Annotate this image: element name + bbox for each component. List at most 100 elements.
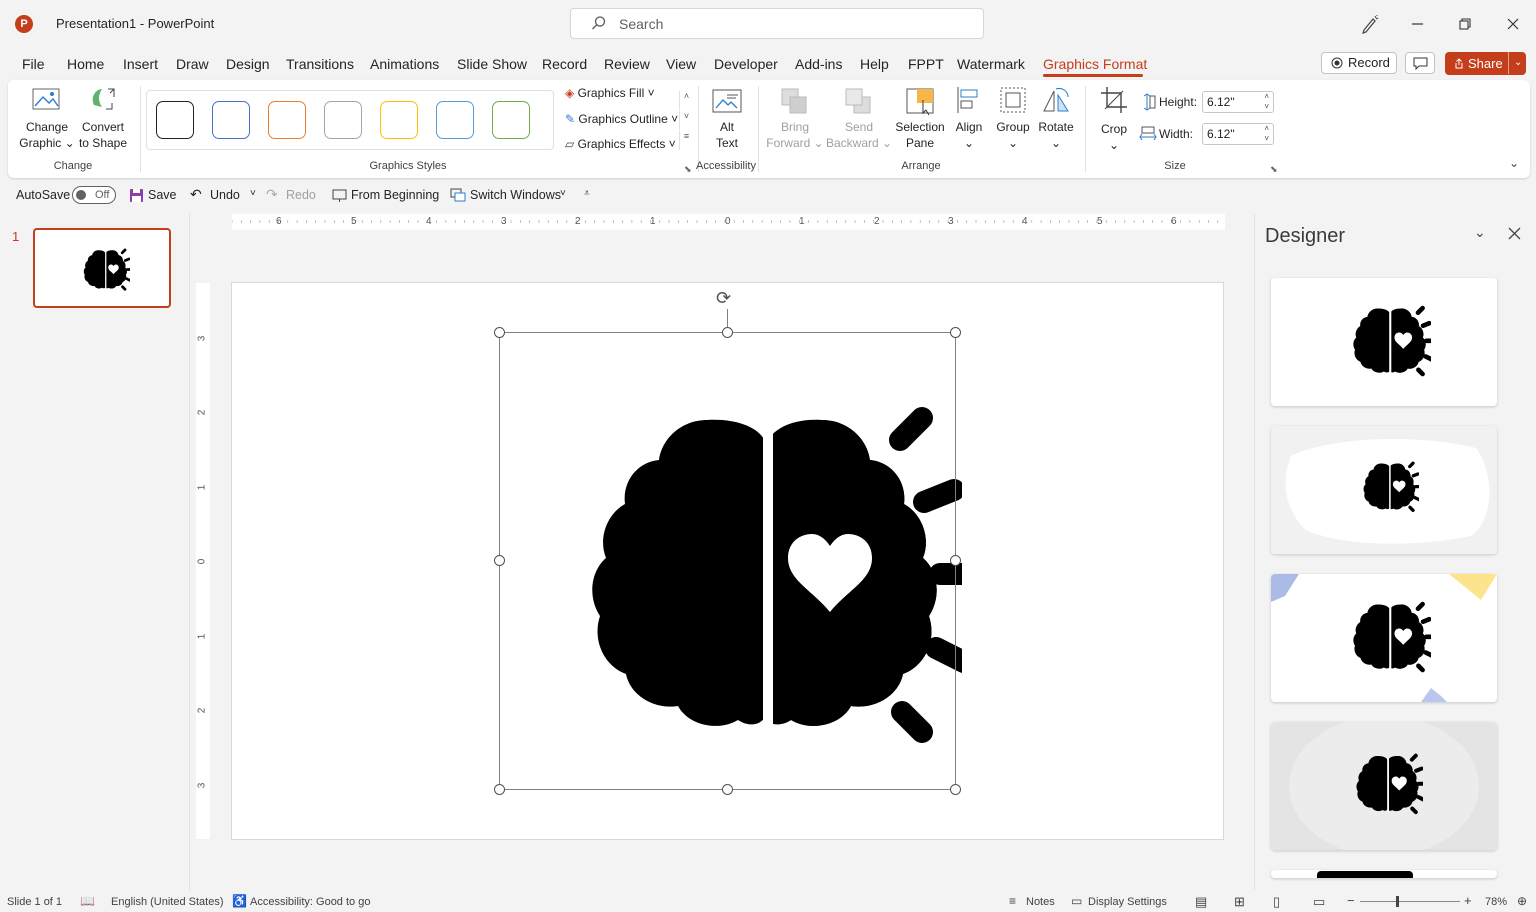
tab-add-ins[interactable]: Add-ins (795, 56, 842, 72)
convert-to-shape-button[interactable]: Convert to Shape (74, 119, 132, 151)
graphic-style-swatch[interactable] (492, 101, 530, 139)
reading-view-icon[interactable]: ▯ (1273, 894, 1280, 910)
spellcheck-icon[interactable]: 📖 (80, 894, 95, 908)
tab-view[interactable]: View (666, 56, 696, 72)
collapse-ribbon-icon[interactable]: ⌄ (1509, 156, 1519, 170)
resize-handle[interactable] (494, 327, 505, 338)
graphic-style-swatch[interactable] (156, 101, 194, 139)
slide-thumbnail[interactable] (33, 228, 171, 308)
tab-review[interactable]: Review (604, 56, 650, 72)
design-idea-card[interactable] (1271, 278, 1497, 406)
switch-windows-button[interactable]: Switch Windows (470, 188, 561, 202)
close-window-icon[interactable] (1501, 12, 1525, 36)
graphics-effects-button[interactable]: ▱ Graphics Effects ˅ (565, 137, 676, 151)
minimize-icon[interactable] (1406, 12, 1430, 36)
slide-show-icon[interactable]: ▭ (1313, 894, 1325, 910)
record-button[interactable]: Record (1321, 52, 1397, 74)
graphic-style-swatch[interactable] (324, 101, 362, 139)
tab-fppt[interactable]: FPPT (908, 56, 944, 72)
gallery-scroll-up-icon[interactable]: ˄ (679, 91, 693, 110)
selection-box[interactable] (499, 332, 956, 790)
tab-developer[interactable]: Developer (714, 56, 778, 72)
redo-icon[interactable]: ↷ (266, 186, 278, 203)
tab-home[interactable]: Home (67, 56, 104, 72)
rotate-handle-icon[interactable]: ⟳ (716, 288, 731, 309)
graphics-outline-button[interactable]: ✎ Graphics Outline ˅ (565, 112, 678, 126)
resize-handle[interactable] (494, 784, 505, 795)
crop-button[interactable]: Crop ⌄ (1094, 121, 1134, 153)
tab-animations[interactable]: Animations (370, 56, 439, 72)
resize-handle[interactable] (494, 555, 505, 566)
gallery-scroll-down-icon[interactable]: ˅ (679, 111, 693, 130)
tab-file[interactable]: File (22, 56, 45, 72)
graphics-styles-gallery[interactable]: ˄ ˅ ≡ (146, 90, 689, 150)
customize-qat-icon[interactable]: ⩡ (584, 188, 590, 199)
graphic-style-swatch[interactable] (380, 101, 418, 139)
selection-pane-button[interactable]: Selection Pane (892, 119, 948, 151)
designer-options-chevron-icon[interactable]: ⌄ (1474, 224, 1486, 241)
tab-help[interactable]: Help (860, 56, 889, 72)
resize-handle[interactable] (722, 327, 733, 338)
resize-handle[interactable] (722, 784, 733, 795)
display-settings-button[interactable]: Display Settings (1088, 896, 1167, 908)
graphics-fill-button[interactable]: ◈ Graphics Fill ˅ (565, 86, 655, 100)
dialog-launcher-icon[interactable]: ⬊ (684, 164, 692, 175)
zoom-slider[interactable] (1360, 901, 1460, 902)
height-spinner-icon[interactable]: ˄ ˅ (1264, 92, 1269, 112)
search-box[interactable]: Search (570, 8, 984, 39)
tab-record[interactable]: Record (542, 56, 587, 72)
tab-transitions[interactable]: Transitions (286, 56, 354, 72)
tab-design[interactable]: Design (226, 56, 270, 72)
from-beginning-button[interactable]: From Beginning (351, 188, 439, 202)
zoom-level[interactable]: 78% (1485, 896, 1507, 908)
tab-draw[interactable]: Draw (176, 56, 209, 72)
design-idea-card[interactable] (1271, 870, 1497, 878)
notes-button[interactable]: Notes (1026, 896, 1055, 908)
design-idea-card[interactable] (1271, 426, 1497, 554)
accessibility-status[interactable]: Accessibility: Good to go (250, 896, 370, 908)
height-input[interactable]: 6.12" ˄ ˅ (1202, 91, 1274, 113)
autosave-toggle[interactable]: Off (72, 186, 116, 204)
resize-handle[interactable] (950, 784, 961, 795)
design-idea-card[interactable] (1271, 722, 1497, 850)
designer-pen-icon[interactable] (1358, 12, 1382, 36)
restore-icon[interactable] (1453, 12, 1477, 36)
zoom-slider-thumb[interactable] (1396, 896, 1399, 907)
fit-to-window-icon[interactable]: ⊕ (1517, 894, 1527, 908)
share-chevron-icon[interactable]: ⌄ (1508, 51, 1522, 74)
resize-handle[interactable] (950, 555, 961, 566)
share-button[interactable]: Share ⌄ (1445, 51, 1526, 75)
comments-button[interactable] (1405, 52, 1435, 74)
resize-handle[interactable] (950, 327, 961, 338)
alt-text-button[interactable]: Alt Text (706, 119, 748, 151)
graphic-style-swatch[interactable] (212, 101, 250, 139)
group-button[interactable]: Group ⌄ (992, 119, 1034, 151)
width-input[interactable]: 6.12" ˄ ˅ (1202, 123, 1274, 145)
align-button[interactable]: Align ⌄ (948, 119, 990, 151)
tab-slide-show[interactable]: Slide Show (457, 56, 527, 72)
design-idea-card[interactable] (1271, 574, 1497, 702)
normal-view-icon[interactable]: ▤ (1195, 894, 1207, 910)
undo-dropdown-icon[interactable]: ˅ (250, 188, 256, 199)
bring-forward-button[interactable]: Bring Forward ⌄ (765, 119, 825, 151)
redo-button[interactable]: Redo (286, 188, 316, 202)
tab-graphics-format[interactable]: Graphics Format (1043, 56, 1147, 72)
undo-icon[interactable]: ↶ (190, 186, 202, 203)
zoom-out-icon[interactable]: − (1347, 893, 1355, 908)
gallery-more-icon[interactable]: ≡ (679, 131, 693, 150)
save-button[interactable]: Save (148, 188, 177, 202)
designer-close-icon[interactable] (1508, 227, 1521, 240)
change-graphic-button[interactable]: Change Graphic ⌄ (16, 119, 78, 151)
slide-sorter-icon[interactable]: ⊞ (1234, 894, 1245, 910)
language-indicator[interactable]: English (United States) (111, 896, 224, 908)
graphic-style-swatch[interactable] (268, 101, 306, 139)
undo-button[interactable]: Undo (210, 188, 240, 202)
switch-windows-chevron-icon[interactable]: ˅ (560, 188, 566, 199)
size-dialog-launcher-icon[interactable]: ⬊ (1270, 164, 1278, 175)
send-backward-button[interactable]: Send Backward ⌄ (826, 119, 892, 151)
graphic-style-swatch[interactable] (436, 101, 474, 139)
rotate-button[interactable]: Rotate ⌄ (1032, 119, 1080, 151)
zoom-in-icon[interactable]: + (1464, 893, 1472, 908)
tab-watermark[interactable]: Watermark (957, 56, 1025, 72)
tab-insert[interactable]: Insert (123, 56, 158, 72)
